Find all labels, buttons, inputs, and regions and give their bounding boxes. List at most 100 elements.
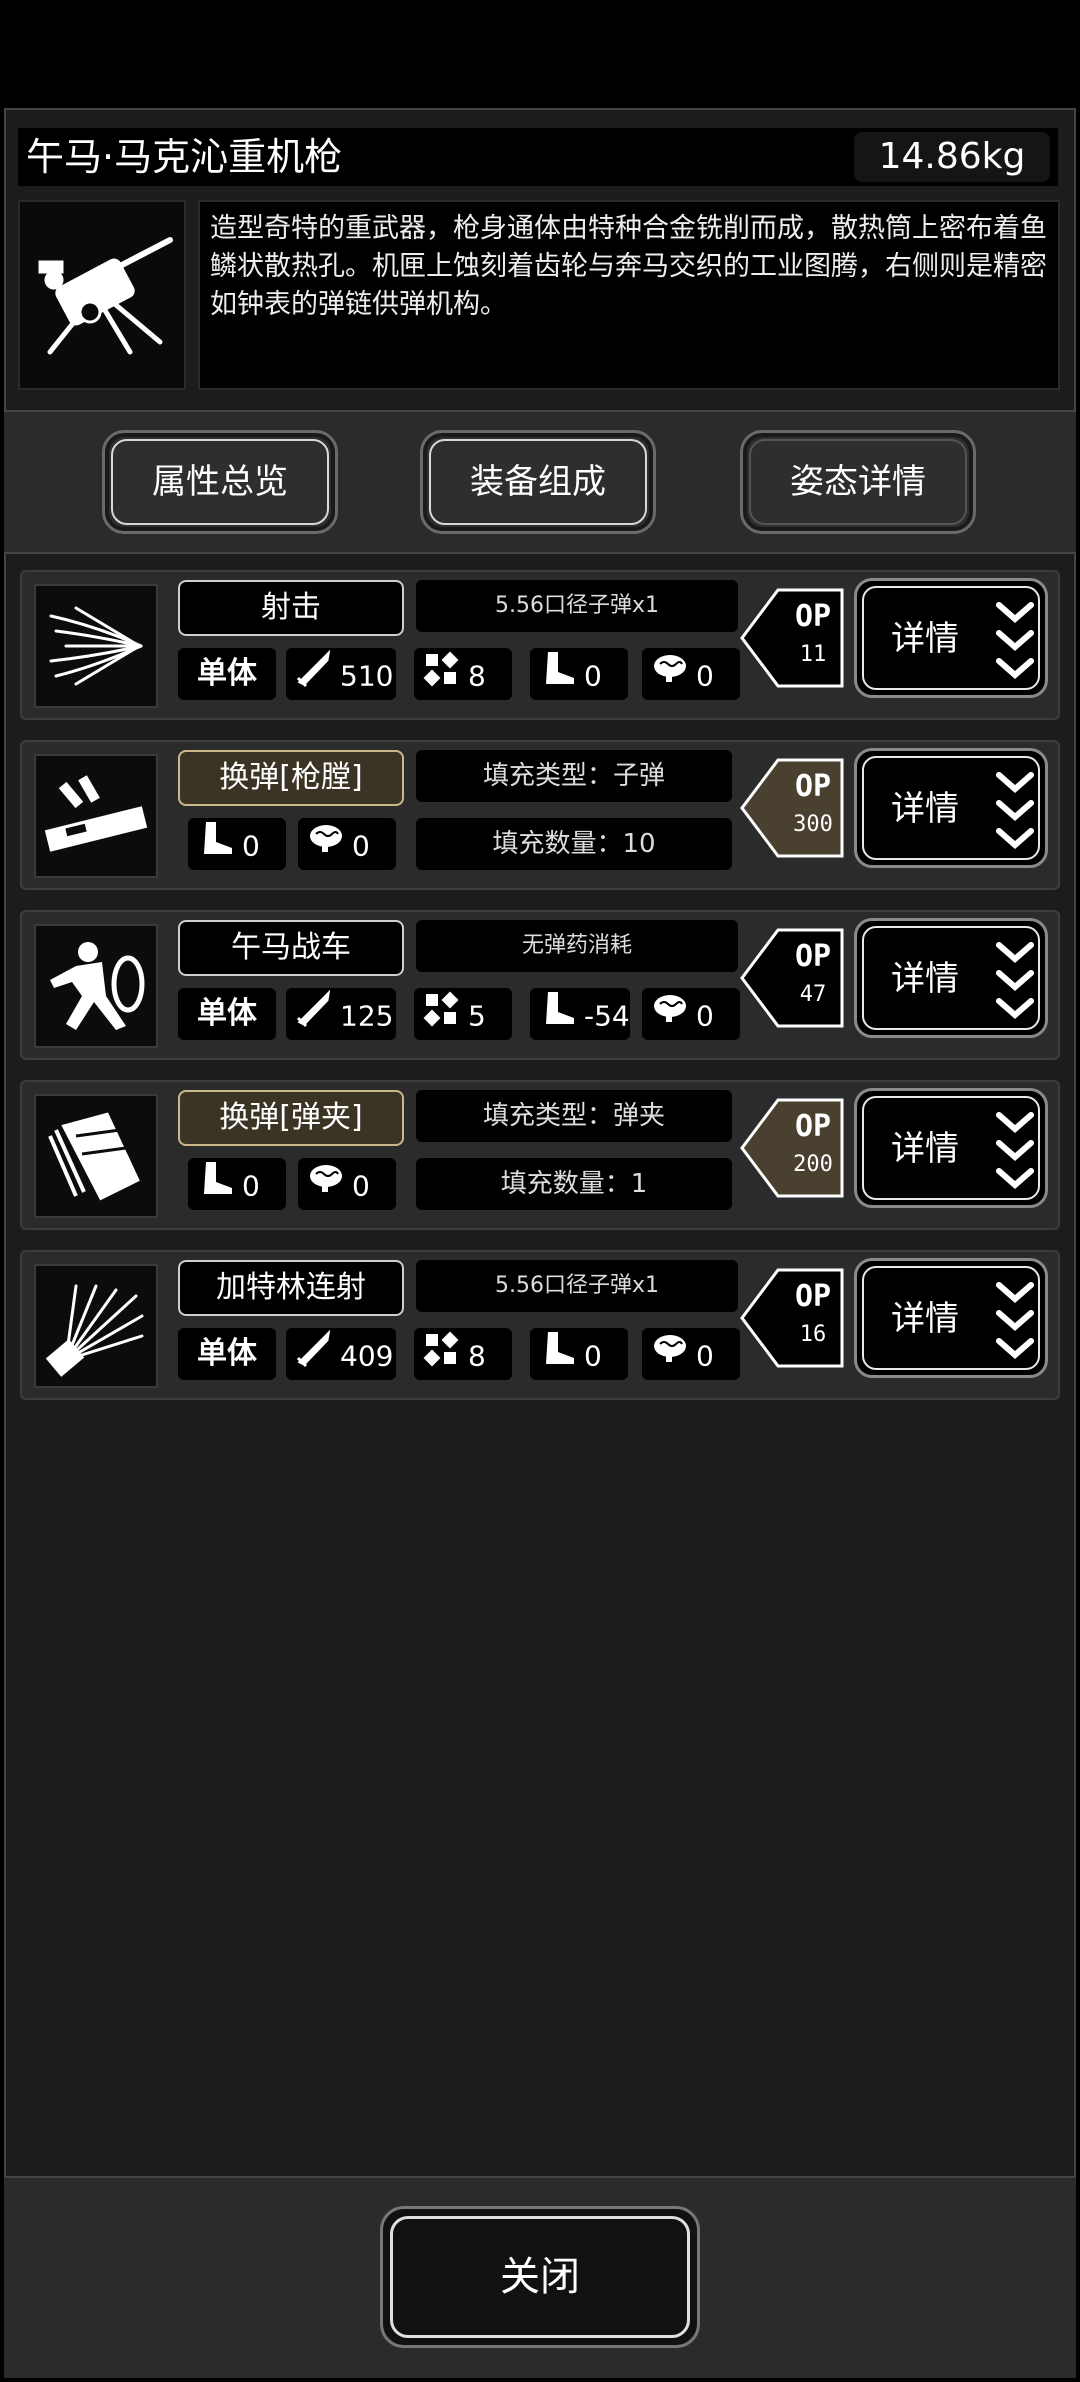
skill-name: 换弹[弹夹]	[178, 1090, 404, 1146]
tab-stance-details[interactable]: 姿态详情	[740, 430, 976, 534]
brain-icon	[306, 1158, 346, 1215]
op-label: OP	[794, 1109, 832, 1144]
chevron-down-icon	[996, 1282, 1034, 1359]
stress-value: 0	[696, 659, 714, 693]
detail-button[interactable]: 详情	[854, 1258, 1048, 1378]
skill-name: 加特林连射	[178, 1260, 404, 1316]
dice-icon	[422, 648, 462, 705]
move-value: -54	[584, 999, 630, 1033]
damage-value: 409	[340, 1339, 394, 1373]
chevron-down-icon	[996, 942, 1034, 1019]
detail-button[interactable]: 详情	[854, 918, 1048, 1038]
detail-label: 详情	[891, 1129, 959, 1169]
tab-label: 属性总览	[152, 462, 288, 502]
stress-value: 0	[352, 829, 370, 863]
detail-label: 详情	[891, 619, 959, 659]
damage-value: 510	[340, 659, 394, 693]
move-stat: 0	[188, 1158, 286, 1210]
fill-amount: 填充数量：10	[416, 818, 732, 870]
stress-stat: 0	[298, 818, 396, 870]
op-label: OP	[794, 599, 832, 634]
weapon-header: 午马·马克沁重机枪 14.86kg	[18, 128, 1058, 186]
weapon-weight: 14.86kg	[854, 132, 1050, 182]
skill-row: 换弹[弹夹] 填充类型：弹夹 0 0 填充数量：1 OP 200 详情	[20, 1080, 1060, 1230]
move-stat: 0	[188, 818, 286, 870]
chevron-down-icon	[996, 602, 1034, 679]
skill-row: 午马战车 无弹药消耗 单体 125 5 -54 0 OP 47 详情	[20, 910, 1060, 1060]
target-type: 单体	[178, 988, 276, 1040]
boot-icon	[538, 1328, 578, 1385]
boot-icon	[538, 988, 578, 1045]
ammo-info: 5.56口径子弹x1	[416, 1260, 738, 1312]
tab-equipment-composition[interactable]: 装备组成	[420, 430, 656, 534]
op-value: 11	[799, 642, 827, 667]
damage-stat: 409	[286, 1328, 396, 1380]
hit-value: 5	[468, 999, 486, 1033]
stress-value: 0	[352, 1169, 370, 1203]
brain-icon	[650, 1328, 690, 1385]
op-cost-badge: OP 16	[738, 1266, 846, 1370]
tab-label: 装备组成	[470, 462, 606, 502]
ammo-info: 填充类型：弹夹	[416, 1090, 732, 1142]
move-value: 0	[242, 1169, 260, 1203]
dice-icon	[422, 988, 462, 1045]
op-cost-badge: OP 47	[738, 926, 846, 1030]
skill-row: 换弹[枪膛] 填充类型：子弹 0 0 填充数量：10 OP 300 详情	[20, 740, 1060, 890]
damage-stat: 125	[286, 988, 396, 1040]
op-value: 300	[793, 812, 833, 837]
close-label: 关闭	[500, 2254, 580, 2300]
sword-icon	[294, 988, 334, 1045]
ammo-info: 无弹药消耗	[416, 920, 738, 972]
op-value: 47	[799, 982, 827, 1007]
muzzle-spray-icon	[34, 584, 158, 708]
detail-button[interactable]: 详情	[854, 578, 1048, 698]
hit-value: 8	[468, 659, 486, 693]
op-cost-badge: OP 300	[738, 756, 846, 860]
shield-charge-icon	[34, 924, 158, 1048]
dice-icon	[422, 1328, 462, 1385]
move-stat: 0	[530, 1328, 628, 1380]
op-cost-badge: OP 11	[738, 586, 846, 690]
skill-row: 射击 5.56口径子弹x1 单体 510 8 0 0 OP 11 详情	[20, 570, 1060, 720]
detail-button[interactable]: 详情	[854, 1088, 1048, 1208]
ammo-info: 填充类型：子弹	[416, 750, 732, 802]
boot-icon	[538, 648, 578, 705]
reload-chamber-icon	[34, 754, 158, 878]
op-cost-badge: OP 200	[738, 1096, 846, 1200]
detail-label: 详情	[891, 789, 959, 829]
skill-row: 加特林连射 5.56口径子弹x1 单体 409 8 0 0 OP 16 详情	[20, 1250, 1060, 1400]
move-stat: 0	[530, 648, 628, 700]
gatling-burst-icon	[34, 1264, 158, 1388]
skill-name: 射击	[178, 580, 404, 636]
move-value: 0	[584, 1339, 602, 1373]
boot-icon	[196, 1158, 236, 1215]
skill-name: 午马战车	[178, 920, 404, 976]
detail-label: 详情	[891, 959, 959, 999]
stress-stat: 0	[642, 1328, 740, 1380]
detail-button[interactable]: 详情	[854, 748, 1048, 868]
sword-icon	[294, 1328, 334, 1385]
tab-label: 姿态详情	[790, 462, 926, 502]
damage-value: 125	[340, 999, 394, 1033]
weapon-description: 造型奇特的重武器，枪身通体由特种合金铣削而成，散热筒上密布着鱼鳞状散热孔。机匣上…	[198, 200, 1060, 390]
weapon-title: 午马·马克沁重机枪	[26, 135, 343, 179]
chevron-down-icon	[996, 1112, 1034, 1189]
tab-attribute-overview[interactable]: 属性总览	[102, 430, 338, 534]
move-value: 0	[242, 829, 260, 863]
op-label: OP	[794, 939, 832, 974]
fill-amount: 填充数量：1	[416, 1158, 732, 1210]
close-button[interactable]: 关闭	[380, 2206, 700, 2348]
op-label: OP	[794, 1279, 832, 1314]
stress-stat: 0	[642, 648, 740, 700]
brain-icon	[650, 648, 690, 705]
ammo-info: 5.56口径子弹x1	[416, 580, 738, 632]
chevron-down-icon	[996, 772, 1034, 849]
detail-label: 详情	[891, 1299, 959, 1339]
stress-value: 0	[696, 999, 714, 1033]
magazine-icon	[34, 1094, 158, 1218]
stress-stat: 0	[642, 988, 740, 1040]
brain-icon	[306, 818, 346, 875]
stress-stat: 0	[298, 1158, 396, 1210]
sword-icon	[294, 648, 334, 705]
hit-stat: 8	[414, 1328, 512, 1380]
